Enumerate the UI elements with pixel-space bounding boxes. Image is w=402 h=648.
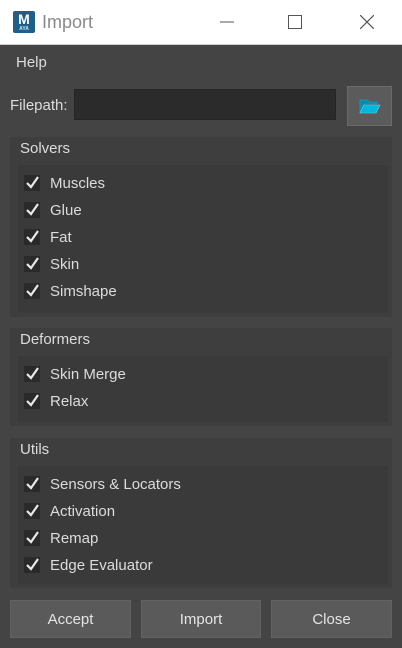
checkmark-icon — [26, 504, 39, 517]
muscles-checkbox[interactable] — [24, 175, 40, 191]
remap-checkbox[interactable] — [24, 530, 40, 546]
checkmark-icon — [26, 257, 39, 270]
minimize-icon — [220, 21, 234, 23]
deformers-title: Deformers — [20, 331, 91, 348]
filepath-label: Filepath: — [10, 97, 68, 114]
close-icon — [360, 15, 374, 29]
checkmark-icon — [26, 176, 39, 189]
checkmark-icon — [26, 230, 39, 243]
utils-group: Utils Sensors & Locators Activation Rema… — [10, 438, 392, 588]
checkmark-icon — [26, 477, 39, 490]
relax-checkbox[interactable] — [24, 393, 40, 409]
simshape-label: Simshape — [50, 283, 117, 300]
menu-bar: Help — [0, 45, 402, 79]
close-button[interactable]: Close — [271, 600, 392, 638]
maximize-icon — [288, 15, 302, 29]
folder-open-icon — [359, 99, 381, 114]
skin-merge-checkbox[interactable] — [24, 366, 40, 382]
import-button[interactable]: Import — [141, 600, 261, 638]
checkmark-icon — [26, 558, 39, 571]
sensors-locators-checkbox[interactable] — [24, 476, 40, 492]
close-window-button[interactable] — [342, 0, 392, 44]
glue-checkbox[interactable] — [24, 202, 40, 218]
solvers-body: Muscles Glue Fat Skin Simshape — [18, 165, 388, 313]
checkmark-icon — [26, 367, 39, 380]
filepath-input[interactable] — [74, 89, 336, 120]
remap-label: Remap — [50, 530, 99, 547]
window-title: Import — [42, 12, 94, 32]
edge-evaluator-label: Edge Evaluator — [50, 557, 153, 574]
title-bar: M AYA Import — [0, 0, 402, 45]
skin-checkbox[interactable] — [24, 256, 40, 272]
relax-label: Relax — [50, 393, 89, 410]
browse-button[interactable] — [347, 86, 392, 126]
simshape-checkbox[interactable] — [24, 283, 40, 299]
skin-label: Skin — [50, 256, 80, 273]
edge-evaluator-checkbox[interactable] — [24, 557, 40, 573]
muscles-label: Muscles — [50, 175, 106, 192]
activation-label: Activation — [50, 503, 116, 520]
checkmark-icon — [26, 394, 39, 407]
solvers-title: Solvers — [20, 140, 71, 157]
minimize-button[interactable] — [202, 0, 252, 44]
skin-merge-label: Skin Merge — [50, 366, 126, 383]
sensors-locators-label: Sensors & Locators — [50, 476, 181, 493]
menu-help[interactable]: Help — [16, 54, 47, 71]
maya-app-icon: M AYA — [13, 11, 35, 33]
checkmark-icon — [26, 284, 39, 297]
utils-body: Sensors & Locators Activation Remap Edge… — [18, 466, 388, 584]
accept-button[interactable]: Accept — [10, 600, 131, 638]
maximize-button[interactable] — [270, 0, 320, 44]
glue-label: Glue — [50, 202, 82, 219]
fat-checkbox[interactable] — [24, 229, 40, 245]
utils-title: Utils — [20, 441, 50, 458]
deformers-group: Deformers Skin Merge Relax — [10, 328, 392, 426]
deformers-body: Skin Merge Relax — [18, 356, 388, 422]
checkmark-icon — [26, 531, 39, 544]
fat-label: Fat — [50, 229, 72, 246]
solvers-group: Solvers Muscles Glue Fat Skin Simshape — [10, 137, 392, 317]
checkmark-icon — [26, 203, 39, 216]
activation-checkbox[interactable] — [24, 503, 40, 519]
